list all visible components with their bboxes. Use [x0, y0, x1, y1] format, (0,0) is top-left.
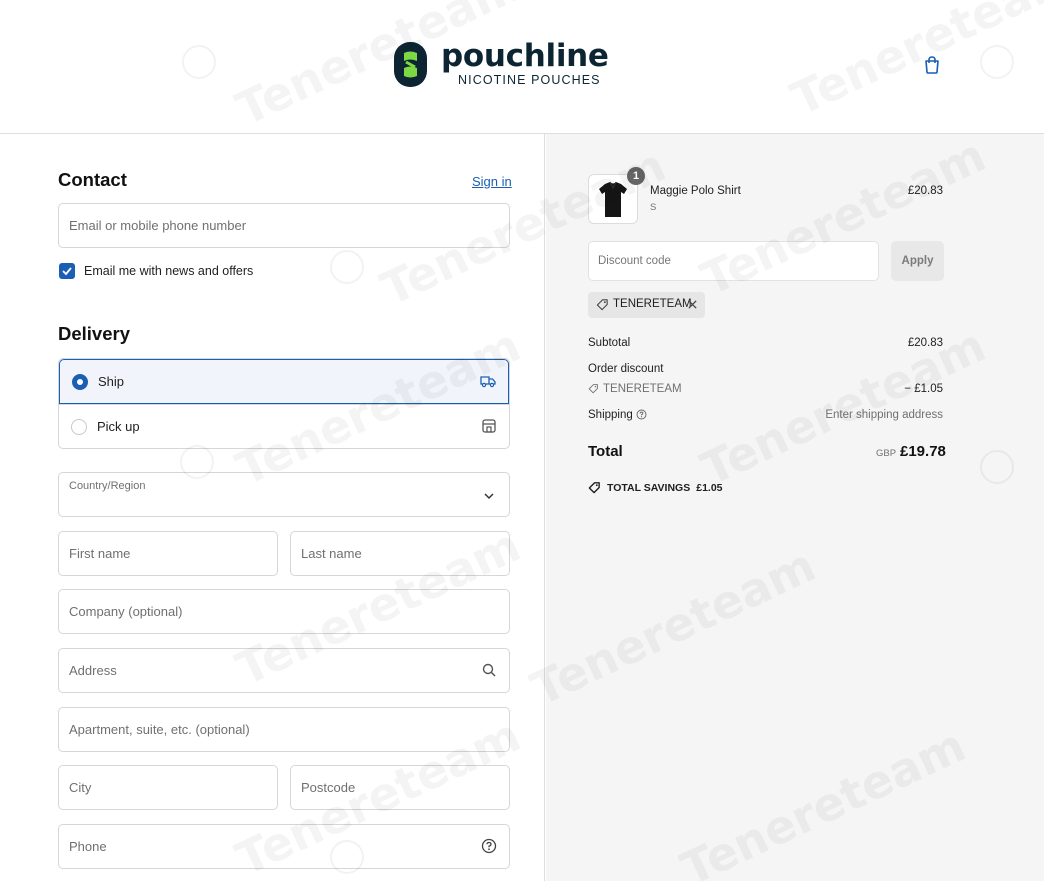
subtotal-label: Subtotal: [588, 337, 631, 349]
order-discount-value: − £1.05: [904, 383, 943, 395]
order-discount-code: TENERETEAM: [603, 383, 682, 395]
brand-name: pouchline: [441, 38, 609, 74]
checkout-header: pouchline NICOTINE POUCHES: [0, 0, 1044, 134]
apply-discount-button[interactable]: Apply: [891, 241, 944, 281]
subtotal-value: £20.83: [907, 337, 943, 349]
phone-field[interactable]: Phone: [58, 824, 510, 869]
pouchline-logo-icon: [394, 41, 427, 87]
chevron-down-icon: [484, 493, 494, 500]
order-summary: 1 Maggie Polo Shirt S £20.83 Discount co…: [546, 134, 1044, 881]
product-name: Maggie Polo Shirt: [650, 185, 741, 197]
quantity-badge: 1: [627, 167, 645, 185]
delivery-option-ship[interactable]: Ship: [59, 359, 509, 404]
brand-logo[interactable]: pouchline NICOTINE POUCHES: [394, 41, 609, 87]
shopping-bag-icon: [925, 56, 939, 74]
applied-discount-chip: TENERETEAM: [588, 292, 705, 318]
help-circle-icon[interactable]: [481, 838, 497, 854]
newsletter-checkbox[interactable]: [59, 263, 75, 279]
ship-radio[interactable]: [72, 374, 88, 390]
product-variant: S: [650, 202, 657, 213]
close-icon[interactable]: [687, 299, 698, 310]
address-placeholder: Address: [69, 663, 117, 678]
savings-label: TOTAL SAVINGS: [607, 481, 691, 494]
tag-icon: [588, 384, 598, 394]
company-placeholder: Company (optional): [69, 604, 183, 619]
applied-discount-code: TENERETEAM: [613, 298, 692, 310]
pickup-label: Pick up: [97, 419, 140, 434]
order-discount-label: Order discount: [588, 363, 664, 375]
pickup-radio[interactable]: [71, 419, 87, 435]
sign-in-link[interactable]: Sign in: [472, 174, 512, 189]
store-icon: [482, 419, 496, 433]
address-field[interactable]: Address: [58, 648, 510, 693]
city-field[interactable]: City: [58, 765, 278, 810]
product-price: £20.83: [907, 185, 943, 197]
phone-placeholder: Phone: [69, 839, 107, 854]
total-value: £19.78: [900, 443, 946, 460]
checkmark-icon: [62, 267, 72, 276]
shipping-label: Shipping: [588, 409, 633, 421]
cart-button[interactable]: [920, 53, 944, 77]
help-circle-icon[interactable]: [636, 409, 647, 420]
email-field[interactable]: Email or mobile phone number: [58, 203, 510, 248]
total-label: Total: [588, 443, 623, 460]
tag-icon: [596, 299, 608, 311]
postcode-placeholder: Postcode: [301, 780, 356, 795]
total-currency: GBP: [876, 448, 897, 459]
total-savings: TOTAL SAVINGS £1.05: [588, 481, 723, 494]
discount-code-input[interactable]: Discount code: [588, 241, 879, 281]
truck-icon: [480, 376, 496, 388]
country-label: Country/Region: [69, 480, 146, 492]
apartment-placeholder: Apartment, suite, etc. (optional): [69, 722, 250, 737]
apartment-field[interactable]: Apartment, suite, etc. (optional): [58, 707, 510, 752]
first-name-placeholder: First name: [69, 546, 131, 561]
delivery-method-group: Ship Pick up: [58, 358, 510, 449]
contact-heading: Contact: [58, 169, 127, 190]
savings-value: £1.05: [696, 481, 723, 494]
search-icon: [482, 663, 496, 677]
brand-tagline: NICOTINE POUCHES: [458, 73, 601, 87]
company-field[interactable]: Company (optional): [58, 589, 510, 634]
country-select[interactable]: Country/Region: [58, 472, 510, 517]
discount-placeholder: Discount code: [598, 255, 671, 267]
last-name-field[interactable]: Last name: [290, 531, 510, 576]
ship-label: Ship: [98, 374, 125, 389]
delivery-option-pickup[interactable]: Pick up: [59, 404, 509, 448]
postcode-field[interactable]: Postcode: [290, 765, 510, 810]
savings-tag-icon: [588, 482, 600, 494]
first-name-field[interactable]: First name: [58, 531, 278, 576]
checkout-form: Contact Sign in Email or mobile phone nu…: [0, 134, 545, 881]
delivery-heading: Delivery: [58, 323, 130, 344]
email-placeholder: Email or mobile phone number: [69, 218, 247, 233]
shipping-value: Enter shipping address: [825, 409, 943, 421]
last-name-placeholder: Last name: [301, 546, 362, 561]
city-placeholder: City: [69, 780, 92, 795]
newsletter-label: Email me with news and offers: [84, 264, 254, 278]
